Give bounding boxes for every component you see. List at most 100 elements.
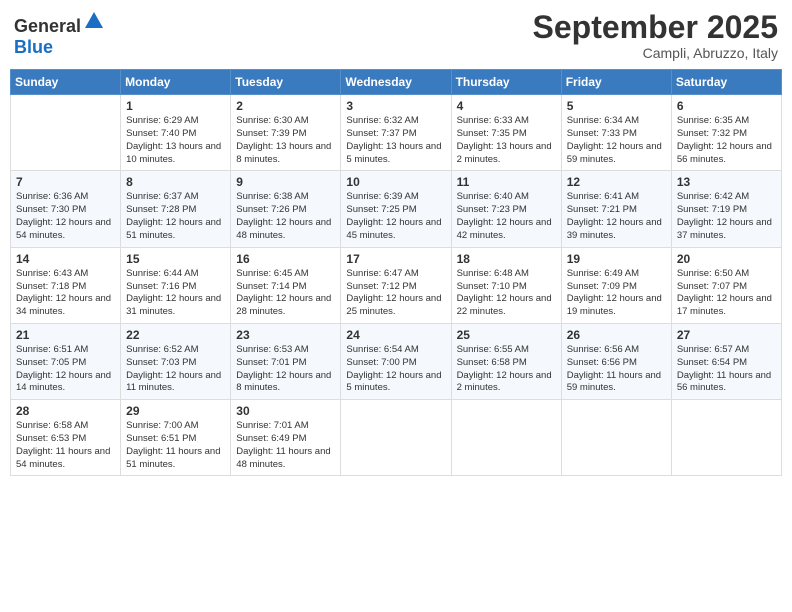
day-number: 3 <box>346 99 445 113</box>
day-of-week-header: Monday <box>121 70 231 95</box>
calendar-cell: 7 Sunrise: 6:36 AM Sunset: 7:30 PM Daylig… <box>11 171 121 247</box>
day-number: 25 <box>457 328 556 342</box>
calendar-cell <box>561 400 671 476</box>
calendar-cell: 25 Sunrise: 6:55 AM Sunset: 6:58 PM Dayli… <box>451 323 561 399</box>
day-number: 6 <box>677 99 776 113</box>
day-number: 21 <box>16 328 115 342</box>
day-number: 13 <box>677 175 776 189</box>
calendar-cell: 13 Sunrise: 6:42 AM Sunset: 7:19 PM Dayli… <box>671 171 781 247</box>
calendar-cell: 5 Sunrise: 6:34 AM Sunset: 7:33 PM Daylig… <box>561 95 671 171</box>
month-title: September 2025 <box>533 10 778 45</box>
day-number: 4 <box>457 99 556 113</box>
calendar-week-row: 14 Sunrise: 6:43 AM Sunset: 7:18 PM Dayli… <box>11 247 782 323</box>
day-number: 24 <box>346 328 445 342</box>
calendar-cell: 30 Sunrise: 7:01 AM Sunset: 6:49 PM Dayli… <box>231 400 341 476</box>
calendar-cell: 11 Sunrise: 6:40 AM Sunset: 7:23 PM Dayli… <box>451 171 561 247</box>
logo: General Blue <box>14 10 105 58</box>
calendar-cell: 9 Sunrise: 6:38 AM Sunset: 7:26 PM Daylig… <box>231 171 341 247</box>
day-of-week-header: Wednesday <box>341 70 451 95</box>
day-info: Sunrise: 6:52 AM Sunset: 7:03 PM Dayligh… <box>126 344 225 395</box>
logo-general: General <box>14 16 81 36</box>
day-number: 29 <box>126 404 225 418</box>
day-info: Sunrise: 7:01 AM Sunset: 6:49 PM Dayligh… <box>236 420 335 471</box>
calendar-table: SundayMondayTuesdayWednesdayThursdayFrid… <box>10 69 782 476</box>
calendar-cell: 16 Sunrise: 6:45 AM Sunset: 7:14 PM Dayli… <box>231 247 341 323</box>
day-info: Sunrise: 6:55 AM Sunset: 6:58 PM Dayligh… <box>457 344 556 395</box>
day-number: 16 <box>236 252 335 266</box>
day-info: Sunrise: 6:45 AM Sunset: 7:14 PM Dayligh… <box>236 268 335 319</box>
day-number: 19 <box>567 252 666 266</box>
calendar-cell: 15Sunrise: 6:44 AM Sunset: 7:16 PM Dayli… <box>121 247 231 323</box>
day-info: Sunrise: 6:57 AM Sunset: 6:54 PM Dayligh… <box>677 344 776 395</box>
day-number: 26 <box>567 328 666 342</box>
logo-icon <box>83 10 105 32</box>
calendar-cell: 14 Sunrise: 6:43 AM Sunset: 7:18 PM Dayli… <box>11 247 121 323</box>
calendar-cell: 21 Sunrise: 6:51 AM Sunset: 7:05 PM Dayli… <box>11 323 121 399</box>
day-info: Sunrise: 6:51 AM Sunset: 7:05 PM Dayligh… <box>16 344 115 395</box>
day-info: Sunrise: 6:58 AM Sunset: 6:53 PM Dayligh… <box>16 420 115 471</box>
day-number: 17 <box>346 252 445 266</box>
day-info: Sunrise: 6:43 AM Sunset: 7:18 PM Dayligh… <box>16 268 115 319</box>
day-number: 12 <box>567 175 666 189</box>
calendar-cell: 26 Sunrise: 6:56 AM Sunset: 6:56 PM Dayli… <box>561 323 671 399</box>
day-number: 15 <box>126 252 225 266</box>
calendar-cell: 2Sunrise: 6:30 AM Sunset: 7:39 PM Daylig… <box>231 95 341 171</box>
calendar-cell: 1 Sunrise: 6:29 AM Sunset: 7:40 PM Daylig… <box>121 95 231 171</box>
day-info: Sunrise: 6:41 AM Sunset: 7:21 PM Dayligh… <box>567 191 666 242</box>
day-info: Sunrise: 6:37 AM Sunset: 7:28 PM Dayligh… <box>126 191 225 242</box>
calendar-cell: 23Sunrise: 6:53 AM Sunset: 7:01 PM Dayli… <box>231 323 341 399</box>
title-block: September 2025 Campli, Abruzzo, Italy <box>533 10 778 61</box>
day-info: Sunrise: 6:42 AM Sunset: 7:19 PM Dayligh… <box>677 191 776 242</box>
calendar-cell: 24Sunrise: 6:54 AM Sunset: 7:00 PM Dayli… <box>341 323 451 399</box>
day-info: Sunrise: 6:56 AM Sunset: 6:56 PM Dayligh… <box>567 344 666 395</box>
calendar-cell: 19 Sunrise: 6:49 AM Sunset: 7:09 PM Dayli… <box>561 247 671 323</box>
calendar-week-row: 7 Sunrise: 6:36 AM Sunset: 7:30 PM Daylig… <box>11 171 782 247</box>
calendar-cell: 8 Sunrise: 6:37 AM Sunset: 7:28 PM Daylig… <box>121 171 231 247</box>
day-number: 11 <box>457 175 556 189</box>
calendar-week-row: 21 Sunrise: 6:51 AM Sunset: 7:05 PM Dayli… <box>11 323 782 399</box>
calendar-cell: 18Sunrise: 6:48 AM Sunset: 7:10 PM Dayli… <box>451 247 561 323</box>
day-number: 30 <box>236 404 335 418</box>
day-number: 18 <box>457 252 556 266</box>
day-info: Sunrise: 6:47 AM Sunset: 7:12 PM Dayligh… <box>346 268 445 319</box>
day-number: 14 <box>16 252 115 266</box>
calendar-cell: 10Sunrise: 6:39 AM Sunset: 7:25 PM Dayli… <box>341 171 451 247</box>
day-number: 23 <box>236 328 335 342</box>
day-number: 27 <box>677 328 776 342</box>
day-number: 8 <box>126 175 225 189</box>
day-of-week-header: Thursday <box>451 70 561 95</box>
calendar-cell <box>341 400 451 476</box>
day-number: 2 <box>236 99 335 113</box>
calendar-cell: 20Sunrise: 6:50 AM Sunset: 7:07 PM Dayli… <box>671 247 781 323</box>
calendar-cell: 3Sunrise: 6:32 AM Sunset: 7:37 PM Daylig… <box>341 95 451 171</box>
day-info: Sunrise: 6:49 AM Sunset: 7:09 PM Dayligh… <box>567 268 666 319</box>
day-number: 7 <box>16 175 115 189</box>
calendar-cell: 28 Sunrise: 6:58 AM Sunset: 6:53 PM Dayli… <box>11 400 121 476</box>
day-number: 10 <box>346 175 445 189</box>
calendar-cell: 17 Sunrise: 6:47 AM Sunset: 7:12 PM Dayli… <box>341 247 451 323</box>
day-info: Sunrise: 6:38 AM Sunset: 7:26 PM Dayligh… <box>236 191 335 242</box>
day-number: 28 <box>16 404 115 418</box>
calendar-cell <box>11 95 121 171</box>
page-header: General Blue September 2025 Campli, Abru… <box>10 10 782 61</box>
day-info: Sunrise: 6:29 AM Sunset: 7:40 PM Dayligh… <box>126 115 225 166</box>
calendar-header-row: SundayMondayTuesdayWednesdayThursdayFrid… <box>11 70 782 95</box>
location-subtitle: Campli, Abruzzo, Italy <box>533 45 778 61</box>
day-of-week-header: Sunday <box>11 70 121 95</box>
day-number: 9 <box>236 175 335 189</box>
day-info: Sunrise: 6:33 AM Sunset: 7:35 PM Dayligh… <box>457 115 556 166</box>
day-number: 22 <box>126 328 225 342</box>
day-number: 1 <box>126 99 225 113</box>
day-info: Sunrise: 6:36 AM Sunset: 7:30 PM Dayligh… <box>16 191 115 242</box>
day-info: Sunrise: 6:50 AM Sunset: 7:07 PM Dayligh… <box>677 268 776 319</box>
calendar-week-row: 1 Sunrise: 6:29 AM Sunset: 7:40 PM Daylig… <box>11 95 782 171</box>
calendar-cell <box>671 400 781 476</box>
day-info: Sunrise: 6:34 AM Sunset: 7:33 PM Dayligh… <box>567 115 666 166</box>
day-info: Sunrise: 6:40 AM Sunset: 7:23 PM Dayligh… <box>457 191 556 242</box>
day-number: 5 <box>567 99 666 113</box>
logo-text: General Blue <box>14 10 105 58</box>
calendar-cell: 22 Sunrise: 6:52 AM Sunset: 7:03 PM Dayli… <box>121 323 231 399</box>
calendar-cell: 27 Sunrise: 6:57 AM Sunset: 6:54 PM Dayli… <box>671 323 781 399</box>
day-of-week-header: Saturday <box>671 70 781 95</box>
calendar-cell <box>451 400 561 476</box>
